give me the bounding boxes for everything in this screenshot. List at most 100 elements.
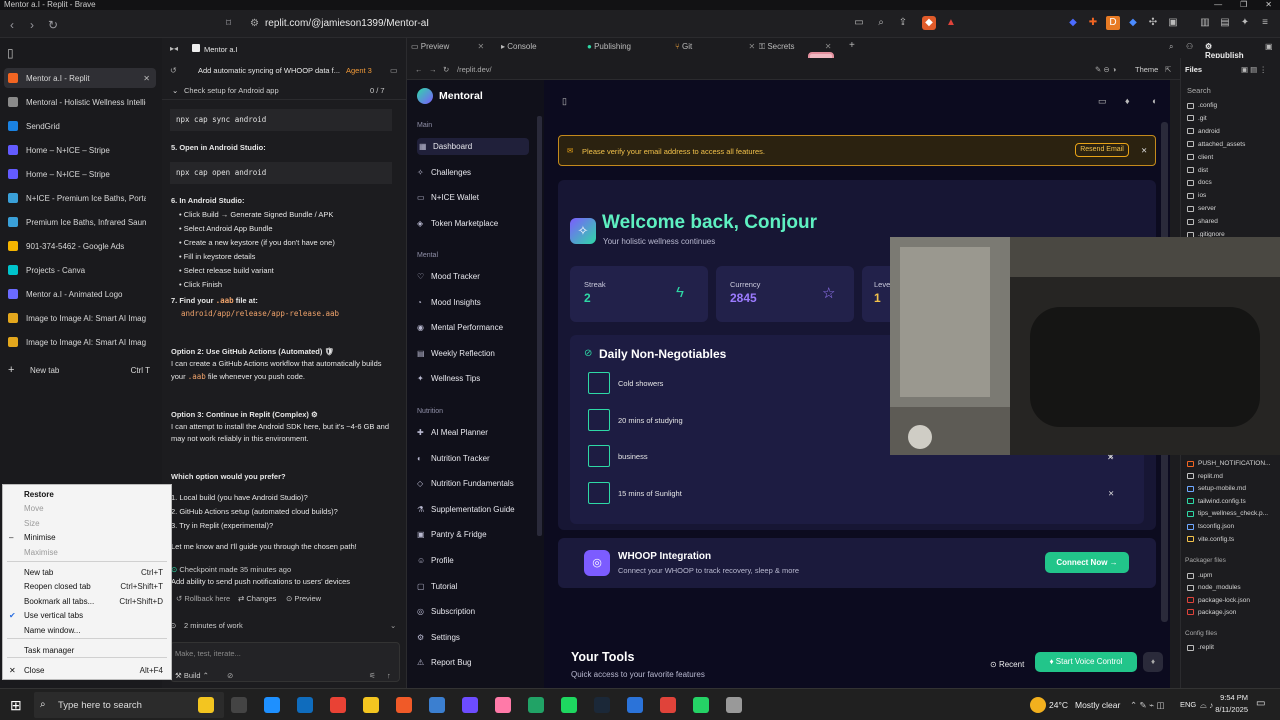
context-menu-item[interactable]: New tab Ctrl+T	[3, 566, 171, 580]
tab-item[interactable]: Mentor a.I - Animated Logo	[4, 284, 156, 304]
brave-rewards-icon[interactable]: ▲	[944, 16, 958, 30]
notes-icon[interactable]: ▭	[1098, 96, 1107, 107]
close-icon[interactable]: ✕	[1141, 146, 1147, 155]
nav-item[interactable]: ✚ AI Meal Planner	[417, 428, 488, 437]
spotify-icon[interactable]	[561, 697, 577, 713]
extension-icon[interactable]: ◆	[1066, 16, 1080, 30]
extension-icon[interactable]: D	[1106, 16, 1120, 30]
nav-item[interactable]: ⚠ Report Bug	[417, 658, 471, 667]
new-tab-button[interactable]: + New tab Ctrl T	[4, 360, 156, 380]
tab-console[interactable]: ▸ Console	[501, 42, 537, 51]
build-mode-button[interactable]: ⚒ Build ⌃	[175, 671, 209, 680]
history-icon[interactable]: ↺	[170, 66, 177, 75]
reload-icon[interactable]: ↻	[443, 65, 449, 74]
connect-now-button[interactable]: Connect Now →	[1045, 552, 1129, 573]
dark-mode-icon[interactable]: ◐	[1152, 96, 1157, 106]
context-menu-item[interactable]: Restore	[3, 488, 171, 502]
clock-time[interactable]: 9:54 PM	[1206, 693, 1248, 702]
copilot-icon[interactable]	[198, 697, 214, 713]
forward-icon[interactable]: ›	[30, 18, 34, 32]
tab-item[interactable]: SendGrid	[4, 116, 156, 136]
close-icon[interactable]: ✕	[477, 42, 484, 51]
restore-icon[interactable]: ❐	[1240, 0, 1247, 10]
nav-item[interactable]: ☺ Profile	[417, 556, 454, 565]
nav-item[interactable]: ◐ Nutrition Tracker	[417, 454, 490, 463]
tab-item[interactable]: Projects - Canva	[4, 260, 156, 280]
file-item[interactable]: tsconfig.json	[1187, 523, 1234, 530]
task-checkbox[interactable]	[588, 481, 610, 504]
file-item[interactable]: tips_wellness_check.p...	[1187, 510, 1268, 517]
context-menu-item[interactable]: Size	[3, 517, 171, 531]
tab-item[interactable]: Mentoral - Holistic Wellness Intellig	[4, 92, 156, 112]
open-external-icon[interactable]: ⇱	[1165, 65, 1171, 74]
taskbar-search[interactable]: ⌕ Type here to search	[34, 692, 224, 718]
work-summary[interactable]: ⊙ 2 minutes of work ⌄	[170, 618, 400, 632]
file-item[interactable]: .replit	[1187, 644, 1214, 651]
nav-item[interactable]: ✧ Challenges	[417, 168, 471, 177]
folder-item[interactable]: ios	[1187, 192, 1206, 199]
file-item[interactable]: setup-mobile.md	[1187, 485, 1246, 492]
recent-button[interactable]: ⊙ Recent	[990, 660, 1024, 669]
whatsapp-icon[interactable]	[693, 697, 709, 713]
tab-item[interactable]: Mentor a.I - Replit ✕	[4, 68, 156, 88]
files-search[interactable]: Search	[1187, 86, 1211, 95]
nav-item[interactable]: ◉ Mental Performance	[417, 323, 503, 332]
task-checkbox[interactable]	[588, 372, 610, 394]
context-menu-item[interactable]: ✔ Use vertical tabs	[3, 609, 171, 623]
nav-item[interactable]: ▣ Pantry & Fridge	[417, 530, 487, 539]
steam-icon[interactable]	[594, 697, 610, 713]
voice-control-button[interactable]: ♦ Start Voice Control	[1035, 652, 1137, 672]
edge-icon[interactable]	[264, 697, 280, 713]
close-icon[interactable]: ✕	[143, 74, 150, 83]
context-menu-item[interactable]: Move	[3, 502, 171, 516]
temperature[interactable]: 24°C	[1049, 700, 1068, 710]
app-icon[interactable]	[726, 697, 742, 713]
sidebar-toggle-icon[interactable]: ▥	[1198, 16, 1212, 30]
tab-item[interactable]: Image to Image AI: Smart AI Image	[4, 332, 156, 352]
nav-item[interactable]: ▦ Dashboard	[417, 138, 529, 155]
close-icon[interactable]: ✕	[825, 42, 832, 51]
windows-start-icon[interactable]: ⊞	[10, 697, 22, 714]
nav-item[interactable]: ▭ N+ICE Wallet	[417, 193, 479, 202]
context-menu-item[interactable]: Bookmark all tabs... Ctrl+Shift+D	[3, 595, 171, 609]
tab-item[interactable]: N+ICE - Premium Ice Baths, Portabl	[4, 188, 156, 208]
back-icon[interactable]: ‹	[10, 18, 14, 32]
app-icon[interactable]	[462, 697, 478, 713]
file-item[interactable]: tailwind.config.ts	[1187, 498, 1246, 505]
chrome-icon[interactable]	[330, 697, 346, 713]
tab-publishing[interactable]: ● Publishing	[587, 42, 631, 51]
app-icon[interactable]	[495, 697, 511, 713]
add-tab-icon[interactable]: +	[849, 40, 855, 51]
folder-item[interactable]: .config	[1187, 102, 1217, 109]
language-indicator[interactable]: ENG	[1180, 700, 1196, 709]
tab-item[interactable]: 901-374-5462 - Google Ads	[4, 236, 156, 256]
tab-item[interactable]: Home – N+ICE – Stripe	[4, 164, 156, 184]
checklist-header[interactable]: ⌄ Check setup for Android app 0 / 7	[162, 80, 407, 100]
folder-item[interactable]: shared	[1187, 218, 1218, 225]
back-icon[interactable]: ←	[415, 65, 423, 74]
folder-item[interactable]: android	[1187, 128, 1220, 135]
file-item[interactable]: vite.config.ts	[1187, 536, 1234, 543]
attach-icon[interactable]: ⊘	[227, 671, 233, 680]
chat-icon[interactable]: ▭	[390, 66, 398, 75]
context-menu-item[interactable]: – Minimise	[3, 531, 171, 545]
folder-item[interactable]: server	[1187, 205, 1216, 212]
folder-item[interactable]: .git	[1187, 115, 1207, 122]
nav-item[interactable]: ✦ Wellness Tips	[417, 374, 480, 383]
brave-shields-icon[interactable]: ◆	[922, 16, 936, 30]
context-menu-item[interactable]: Maximise	[3, 546, 171, 560]
minimize-icon[interactable]: —	[1214, 0, 1222, 10]
menu-icon[interactable]: ≡	[1258, 16, 1272, 30]
agent-tab-label[interactable]: Mentor a.I	[204, 45, 238, 54]
tray-icons[interactable]: ⌃ ✎ ⌁ ◫	[1130, 700, 1164, 711]
file-item[interactable]: .upm	[1187, 572, 1212, 579]
weather-text[interactable]: Mostly clear	[1075, 700, 1120, 710]
tab-preview[interactable]: ▭ Preview ✕	[411, 42, 484, 51]
zoom-icon[interactable]: ⌕	[874, 16, 888, 30]
bookmark-icon[interactable]: ⌑	[226, 18, 231, 29]
extensions-icon[interactable]: ✣	[1146, 16, 1160, 30]
context-menu-item[interactable]: Task manager	[3, 644, 171, 658]
close-icon[interactable]: ✕	[1265, 0, 1272, 10]
sheets-icon[interactable]	[528, 697, 544, 713]
sidebar-icon[interactable]: ▣	[1166, 16, 1180, 30]
